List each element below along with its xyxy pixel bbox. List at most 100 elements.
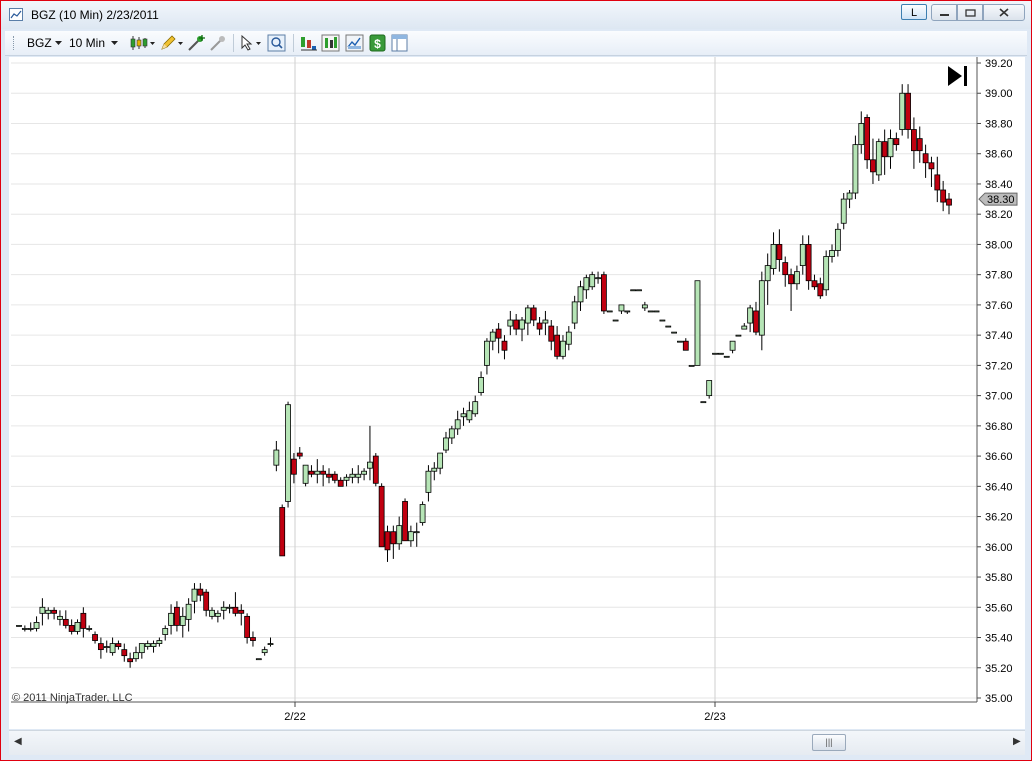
add-indicator-icon[interactable]: [187, 34, 207, 52]
candle: [700, 401, 707, 404]
panel-icon[interactable]: [391, 34, 409, 52]
minimize-button[interactable]: [931, 4, 957, 21]
x-tick-label: 2/23: [704, 711, 725, 723]
close-icon: [999, 8, 1009, 17]
candle: [852, 135, 859, 200]
window-title: BGZ (10 Min) 2/23/2011: [31, 8, 159, 22]
candle: [688, 364, 695, 367]
candle-body: [887, 138, 894, 158]
y-tick-label: 37.80: [985, 270, 1013, 282]
candle-body: [799, 244, 806, 266]
draw-pencil-icon[interactable]: [159, 34, 185, 52]
dollar-icon[interactable]: $: [369, 34, 387, 52]
y-tick-label: 39.00: [985, 88, 1013, 100]
price-chart[interactable]: 39.20 39.00 38.80 38.60 38.40 38.20 38.00 37.80…: [9, 57, 1025, 729]
y-tick-label: 35.60: [985, 602, 1013, 614]
candle-body: [355, 473, 362, 478]
minimize-icon: [940, 14, 949, 16]
scroll-thumb[interactable]: |||: [812, 734, 846, 751]
candlestick-chart[interactable]: 39.20 39.00 38.80 38.60 38.40 38.20 38.00 37.80…: [9, 57, 1025, 729]
chart-properties-icon[interactable]: [345, 34, 365, 52]
candle-body: [524, 307, 531, 324]
candle-body: [45, 609, 52, 614]
scroll-left-arrow[interactable]: ◀: [14, 736, 22, 747]
candle-body: [858, 123, 865, 146]
candle-body: [606, 310, 613, 313]
maximize-button[interactable]: [957, 4, 983, 21]
remove-indicator-icon[interactable]: [209, 34, 229, 52]
candle-body: [764, 265, 771, 282]
scroll-right-arrow[interactable]: ▶: [1013, 736, 1021, 747]
candle-body: [419, 504, 426, 524]
candle-body: [484, 340, 490, 366]
candle-body: [109, 643, 116, 654]
candle-body: [27, 628, 34, 630]
candle: [671, 331, 677, 334]
y-tick-label: 36.60: [985, 451, 1013, 463]
candle-body: [478, 377, 484, 393]
candle-body: [747, 307, 754, 324]
y-tick-label: 38.80: [985, 118, 1013, 130]
candle-body: [928, 162, 935, 170]
zoom-icon[interactable]: [267, 34, 287, 52]
end-bar-icon: [964, 66, 967, 86]
candle-body: [127, 658, 134, 663]
candle-body: [57, 615, 63, 620]
chart-bars-icon[interactable]: [299, 34, 319, 52]
candle-body: [209, 609, 215, 617]
candle-body: [805, 244, 812, 282]
candle: [612, 319, 619, 322]
candle-body: [308, 470, 315, 475]
chart-toolbar: BGZ 10 Min $: [5, 31, 1027, 56]
link-button[interactable]: L: [901, 4, 927, 20]
candle-body: [794, 271, 800, 285]
candle-body: [33, 622, 40, 629]
toolbar-grip[interactable]: [13, 36, 16, 50]
y-tick-label: 35.40: [985, 633, 1013, 645]
toolbar-separator: [233, 34, 234, 52]
y-tick-label: 38.60: [985, 149, 1013, 161]
candle-body: [121, 649, 128, 657]
candle-body: [542, 319, 549, 324]
y-tick-label: 37.40: [985, 330, 1013, 342]
candle-body: [840, 198, 847, 224]
chart-data-icon[interactable]: [321, 34, 341, 52]
horizontal-scrollbar[interactable]: ◀ ||| ▶: [9, 730, 1025, 755]
candle-body: [460, 413, 467, 418]
candle-body: [653, 310, 660, 313]
y-tick-label: 36.80: [985, 421, 1013, 433]
candle-body: [320, 470, 327, 475]
candle-body: [443, 437, 449, 451]
candle-body: [659, 319, 666, 322]
candle-body: [618, 304, 625, 312]
candle-body: [677, 340, 683, 343]
candle-body: [203, 591, 210, 611]
pointer-icon[interactable]: [239, 34, 265, 52]
candle-body: [565, 331, 572, 345]
chevron-down-icon[interactable]: [55, 41, 62, 47]
chevron-down-icon[interactable]: [111, 41, 118, 47]
candle-body: [881, 141, 888, 158]
interval-selector[interactable]: 10 Min: [69, 36, 105, 50]
candlestick-style-icon[interactable]: [129, 34, 157, 52]
candle-body: [688, 364, 695, 367]
candle-body: [162, 628, 169, 635]
candle-body: [448, 428, 455, 439]
candle: [712, 352, 718, 355]
candle-body: [144, 643, 151, 647]
candle-body: [103, 646, 110, 648]
last-price-marker: 38.30: [978, 192, 1018, 206]
candle: [630, 289, 637, 292]
close-button[interactable]: [983, 4, 1025, 21]
candle-body: [179, 615, 186, 626]
candle-body: [16, 625, 22, 627]
candle-body: [168, 612, 174, 626]
instrument-selector[interactable]: BGZ: [27, 36, 52, 50]
candle-body: [384, 531, 391, 551]
title-bar[interactable]: BGZ (10 Min) 2/23/2011 L: [1, 1, 1031, 29]
candle: [717, 352, 724, 355]
candle: [706, 380, 713, 399]
candle-body: [630, 289, 637, 292]
y-tick-label: 38.40: [985, 179, 1013, 191]
x-tick-label: 2/22: [284, 711, 305, 723]
